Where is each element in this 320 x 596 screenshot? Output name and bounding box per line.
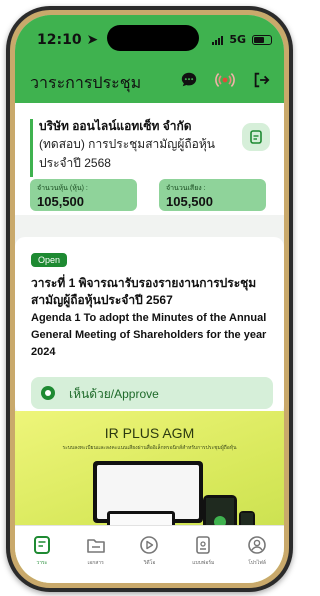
votes-label: จำนวนเสียง : [166,185,206,192]
tab-agenda[interactable]: วาระ [15,526,69,583]
accent-bar [30,119,33,177]
phone-bezel: 12:10 ➤ 5G วาระการประชุม บริษัท ออนไลน์แ… [10,10,289,588]
network-label: 5G [229,33,246,46]
meeting-name: (ทดสอบ) การประชุมสามัญผู้ถือหุ้นประจำปี … [39,137,216,170]
app-screen: 12:10 ➤ 5G วาระการประชุม บริษัท ออนไลน์แ… [15,15,284,583]
document-icon [250,130,262,144]
promo-title: IR PLUS AGM [104,425,195,441]
form-icon [192,534,214,556]
signal-icon [212,35,224,45]
tab-documents[interactable]: เอกสาร [69,526,123,583]
app-header: วาระการประชุม [15,59,284,103]
company-card: บริษัท ออนไลน์แอทเซ็ท จำกัด (ทดสอบ) การป… [15,103,284,215]
document-button[interactable] [242,123,270,151]
promo-subtitle: ระบบลงทะเบียนและลงคะแนนเสียงผ่านสื่ออิเล… [62,445,237,451]
approve-option[interactable]: เห็นด้วย/Approve [31,377,273,409]
location-arrow-icon: ➤ [86,32,99,48]
tab-video[interactable]: วิดีโอ [123,526,177,583]
phone-frame: 12:10 ➤ 5G วาระการประชุม บริษัท ออนไลน์แ… [6,6,293,592]
tab-label: เอกสาร [87,560,104,566]
tab-forms[interactable]: แบบฟอร์ม [176,526,230,583]
logout-icon [254,72,270,88]
live-broadcast-button[interactable] [214,69,236,91]
agenda-card: Open วาระที่ 1 พิจารณารับรองรายงานการประ… [15,237,284,415]
agenda-icon [31,534,53,556]
battery-icon [252,34,272,45]
shares-stat: จำนวนหุ้น (หุ้น) : 105,500 [30,179,137,211]
chat-button[interactable] [178,69,200,91]
status-indicators: 5G [212,33,272,46]
votes-stat: จำนวนเสียง : 105,500 [159,179,266,211]
status-bar: 12:10 ➤ 5G [15,15,284,59]
logout-button[interactable] [250,69,272,91]
folder-icon [85,534,107,556]
status-time: 12:10 ➤ [37,32,99,48]
radio-selected-icon[interactable] [41,386,55,400]
page-title: วาระการประชุม [30,75,142,92]
play-icon [138,534,160,556]
votes-value: 105,500 [166,194,213,209]
agenda-title-th: วาระที่ 1 พิจารณารับรองรายงานการประชุมสา… [31,276,257,307]
shares-value: 105,500 [37,194,84,209]
shares-label: จำนวนหุ้น (หุ้น) : [37,185,88,192]
tab-label: โปรไฟล์ [248,560,266,566]
tab-label: วิดีโอ [143,560,156,566]
bottom-tab-bar: วาระ เอกสาร วิดีโอ แบบฟอร์ม โปรไฟล์ [15,525,284,583]
tab-label: วาระ [36,560,48,566]
broadcast-icon [215,73,235,87]
chat-icon [181,72,197,87]
tab-profile[interactable]: โปรไฟล์ [230,526,284,583]
status-badge: Open [31,253,68,267]
dynamic-island [107,25,199,51]
approve-label: เห็นด้วย/Approve [69,387,159,401]
agenda-title-en: Agenda 1 To adopt the Minutes of the Ann… [31,312,267,358]
header-actions [178,69,272,91]
profile-icon [246,534,268,556]
company-name: บริษัท ออนไลน์แอทเซ็ท จำกัด [39,119,192,133]
tab-label: แบบฟอร์ม [192,560,215,566]
